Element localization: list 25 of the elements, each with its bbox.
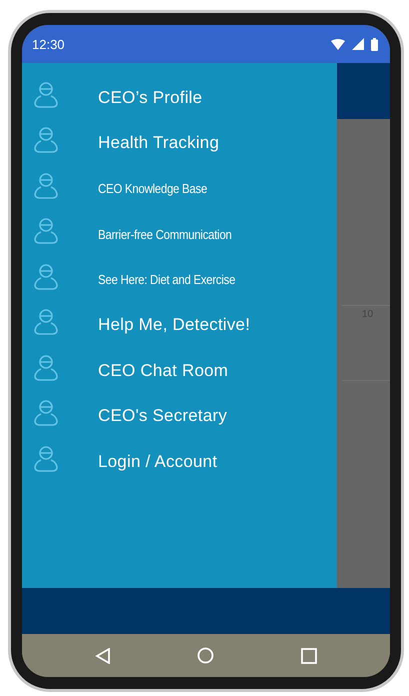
home-icon[interactable] — [197, 647, 214, 664]
menu-item[interactable]: Login / Account — [22, 439, 337, 484]
person-icon — [33, 399, 59, 428]
recents-icon[interactable] — [300, 648, 317, 664]
battery-icon — [371, 38, 378, 50]
menu-item[interactable]: CEO's Secretary — [22, 394, 337, 439]
menu-item[interactable]: Help Me, Detective! — [22, 302, 337, 348]
person-icon — [33, 444, 59, 473]
menu-item[interactable]: CEO’s Profile — [22, 75, 337, 120]
menu-item[interactable]: Barrier-free Communication — [22, 212, 337, 257]
menu-item[interactable]: Health Tracking — [22, 120, 337, 166]
person-icon — [33, 354, 59, 382]
menu-item[interactable]: CEO Knowledge Base — [22, 166, 337, 212]
person-icon — [33, 262, 59, 291]
signal-icon — [352, 38, 364, 50]
menu-item[interactable]: CEO Chat Room — [22, 348, 337, 394]
person-icon — [33, 308, 59, 336]
status-time: 12:30 — [32, 36, 65, 52]
menu-item[interactable]: See Here: Diet and Exercise — [22, 257, 337, 302]
person-icon — [33, 217, 59, 246]
person-icon — [33, 126, 59, 154]
wifi-icon — [331, 38, 345, 50]
person-icon — [33, 80, 59, 109]
back-icon[interactable] — [95, 648, 112, 664]
person-icon — [33, 172, 59, 200]
